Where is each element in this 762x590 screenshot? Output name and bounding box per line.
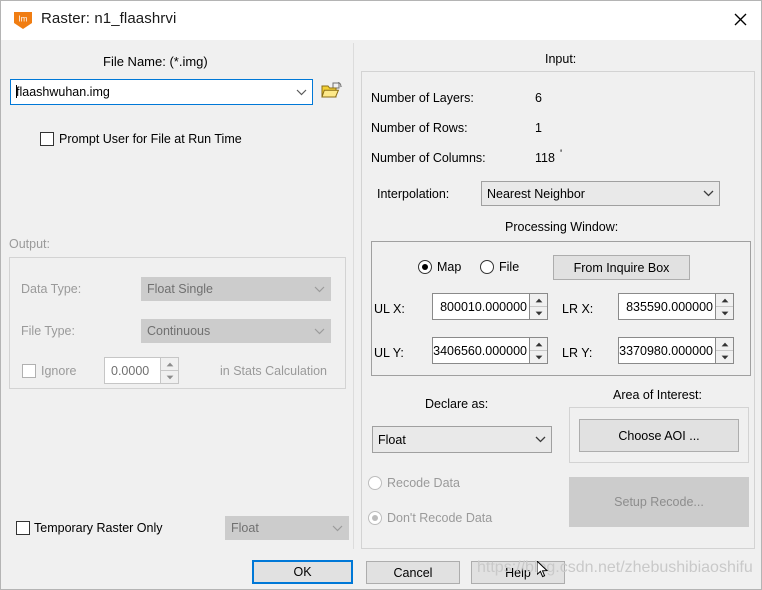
window-title: Raster: n1_flaashrvi xyxy=(41,10,177,27)
ul-y-value[interactable]: 3406560.000000 xyxy=(433,338,529,363)
declare-as-select[interactable]: Float xyxy=(372,426,552,453)
lr-x-stepper[interactable]: 835590.000000 xyxy=(618,293,734,320)
help-button[interactable]: Help xyxy=(471,561,565,584)
temporary-raster-type-select: Float xyxy=(225,516,349,540)
file-type-value: Continuous xyxy=(147,324,211,338)
close-icon[interactable] xyxy=(717,1,761,38)
ul-y-label: UL Y: xyxy=(374,346,404,360)
chevron-down-icon[interactable] xyxy=(290,89,312,96)
cancel-button[interactable]: Cancel xyxy=(366,561,460,584)
declare-as-label: Declare as: xyxy=(425,397,489,411)
spin-down-icon[interactable] xyxy=(530,351,547,363)
recode-data-label: Recode Data xyxy=(387,476,460,490)
lr-y-stepper[interactable]: 3370980.000000 xyxy=(618,337,734,364)
map-radio[interactable] xyxy=(418,260,432,274)
setup-recode-button: Setup Recode... xyxy=(569,477,749,527)
spin-up-icon[interactable] xyxy=(716,294,733,307)
chevron-down-icon xyxy=(308,286,330,293)
ignore-checkbox xyxy=(22,364,36,378)
prompt-user-checkbox[interactable] xyxy=(40,132,54,146)
lr-y-value[interactable]: 3370980.000000 xyxy=(619,338,715,363)
lr-y-spin-buttons[interactable] xyxy=(715,338,733,363)
number-of-rows-value: 1 xyxy=(535,121,542,135)
ul-x-spin-buttons[interactable] xyxy=(529,294,547,319)
temporary-raster-label: Temporary Raster Only xyxy=(34,521,163,535)
spin-down-icon[interactable] xyxy=(716,351,733,363)
radio-dot xyxy=(372,515,378,521)
ignore-label: Ignore xyxy=(41,364,77,378)
input-section-label: Input: xyxy=(545,52,577,66)
dont-recode-data-label: Don't Recode Data xyxy=(387,511,493,525)
erdas-imagine-logo-icon: Im xyxy=(13,10,33,30)
spin-down-icon[interactable] xyxy=(530,307,547,319)
file-radio[interactable] xyxy=(480,260,494,274)
interpolation-select[interactable]: Nearest Neighbor xyxy=(481,181,720,206)
data-type-value: Float Single xyxy=(147,282,214,296)
dont-recode-data-radio xyxy=(368,511,382,525)
ignore-value: 0.0000 xyxy=(111,363,150,378)
svg-text:Im: Im xyxy=(19,15,28,24)
choose-aoi-button[interactable]: Choose AOI ... xyxy=(579,419,739,452)
spin-down-icon[interactable] xyxy=(716,307,733,319)
file-name-label: File Name: (*.img) xyxy=(103,54,208,69)
interpolation-value: Nearest Neighbor xyxy=(487,186,585,201)
browse-folder-icon[interactable] xyxy=(321,81,343,104)
temporary-raster-type-value: Float xyxy=(231,521,259,535)
file-name-value: flaashwuhan.img xyxy=(16,85,110,99)
raster-dialog: Im Raster: n1_flaashrvi File Name: (*.im… xyxy=(0,0,762,590)
output-section-label: Output: xyxy=(9,237,50,251)
spin-up-icon xyxy=(161,358,178,371)
lr-y-label: LR Y: xyxy=(562,346,593,360)
file-type-select: Continuous xyxy=(141,319,331,343)
file-radio-label: File xyxy=(499,260,520,274)
stats-calculation-label: in Stats Calculation xyxy=(220,364,328,378)
temporary-raster-checkbox[interactable] xyxy=(16,521,30,535)
text-caret-artifact: ' xyxy=(560,148,563,160)
number-of-layers-label: Number of Layers: xyxy=(371,91,474,105)
spin-up-icon[interactable] xyxy=(530,338,547,351)
ignore-value-stepper: 0.0000 xyxy=(104,357,179,384)
file-type-label: File Type: xyxy=(21,324,75,338)
from-inquire-box-button[interactable]: From Inquire Box xyxy=(553,255,690,280)
ul-x-value[interactable]: 800010.000000 xyxy=(433,294,529,319)
ignore-spin-buttons xyxy=(160,358,178,383)
ul-x-label: UL X: xyxy=(374,302,405,316)
lr-x-spin-buttons[interactable] xyxy=(715,294,733,319)
number-of-layers-value: 6 xyxy=(535,91,542,105)
radio-dot xyxy=(422,264,428,270)
prompt-user-label: Prompt User for File at Run Time xyxy=(59,132,242,146)
spin-up-icon[interactable] xyxy=(530,294,547,307)
data-type-select: Float Single xyxy=(141,277,331,301)
ok-button[interactable]: OK xyxy=(252,560,353,584)
number-of-columns-value: 118 xyxy=(535,151,555,165)
declare-as-value: Float xyxy=(378,432,406,447)
file-name-input[interactable]: flaashwuhan.img xyxy=(10,79,313,105)
ul-y-stepper[interactable]: 3406560.000000 xyxy=(432,337,548,364)
title-bar: Im Raster: n1_flaashrvi xyxy=(1,1,761,40)
processing-window-label: Processing Window: xyxy=(505,220,619,234)
lr-x-value[interactable]: 835590.000000 xyxy=(619,294,715,319)
chevron-down-icon[interactable] xyxy=(697,190,719,197)
lr-x-label: LR X: xyxy=(562,302,594,316)
chevron-down-icon[interactable] xyxy=(529,436,551,443)
spin-up-icon[interactable] xyxy=(716,338,733,351)
area-of-interest-label: Area of Interest: xyxy=(613,388,702,402)
ul-y-spin-buttons[interactable] xyxy=(529,338,547,363)
interpolation-label: Interpolation: xyxy=(377,187,450,201)
data-type-label: Data Type: xyxy=(21,282,82,296)
spin-down-icon xyxy=(161,371,178,383)
chevron-down-icon xyxy=(308,328,330,335)
pane-divider xyxy=(353,43,354,549)
chevron-down-icon xyxy=(326,525,348,532)
number-of-rows-label: Number of Rows: xyxy=(371,121,468,135)
map-radio-label: Map xyxy=(437,260,462,274)
recode-data-radio xyxy=(368,476,382,490)
ul-x-stepper[interactable]: 800010.000000 xyxy=(432,293,548,320)
number-of-columns-label: Number of Columns: xyxy=(371,151,486,165)
